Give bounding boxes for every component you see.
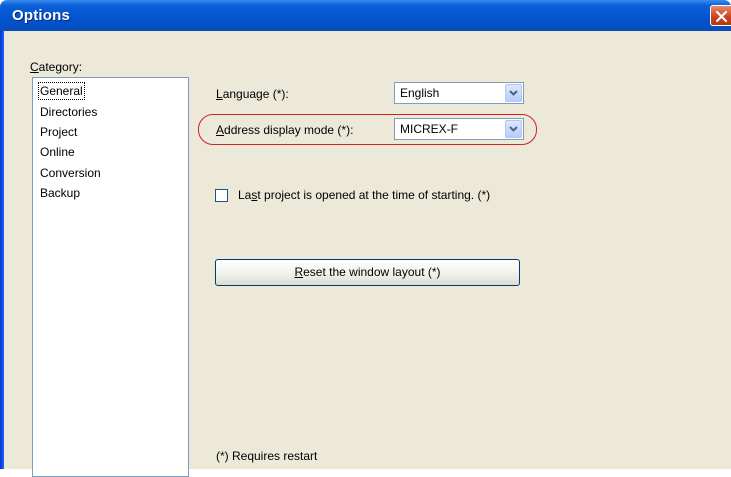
address-mode-label: Address display mode (*):	[216, 123, 354, 137]
window-title: Options	[12, 7, 71, 24]
close-button[interactable]	[710, 5, 731, 26]
category-label: Category:	[30, 60, 83, 74]
category-item-directories[interactable]: Directories	[39, 104, 98, 120]
category-item-online[interactable]: Online	[39, 144, 76, 160]
reset-window-layout-button[interactable]: Reset the window layout (*)	[215, 259, 520, 286]
category-item-conversion[interactable]: Conversion	[39, 165, 102, 181]
category-list[interactable]: General Directories Project Online Conve…	[32, 77, 189, 477]
last-project-checkbox[interactable]	[215, 189, 228, 202]
last-project-label[interactable]: Last project is opened at the time of st…	[238, 188, 490, 202]
language-label: Language (*):	[216, 87, 289, 101]
title-bar[interactable]: Options	[0, 0, 731, 31]
category-item-backup[interactable]: Backup	[39, 185, 81, 201]
address-mode-dropdown-button[interactable]	[505, 120, 522, 138]
address-mode-select[interactable]: MICREX-F	[394, 118, 524, 140]
restart-note: (*) Requires restart	[216, 449, 318, 463]
language-select[interactable]: English	[394, 82, 524, 104]
address-mode-value: MICREX-F	[400, 122, 458, 136]
language-dropdown-button[interactable]	[505, 84, 522, 102]
category-item-project[interactable]: Project	[39, 124, 78, 140]
category-item-general[interactable]: General	[38, 82, 85, 100]
language-value: English	[400, 86, 440, 100]
